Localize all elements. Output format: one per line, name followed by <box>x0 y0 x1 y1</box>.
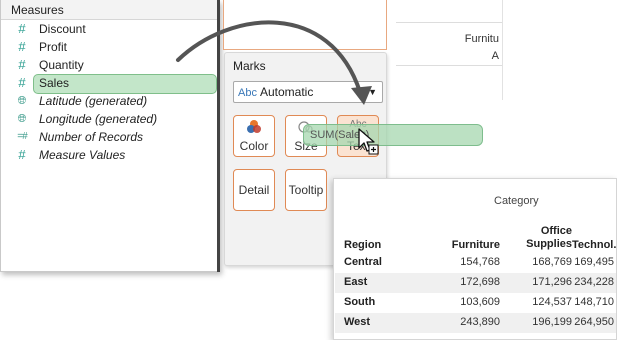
cell-furniture: 154,768 <box>460 256 500 268</box>
result-crosstab: Category Region Furniture Office Supplies… <box>333 178 617 340</box>
tooltip-button[interactable]: Tooltip <box>285 169 327 211</box>
measure-label: Longitude (generated) <box>39 112 158 126</box>
cell-office: 196,199 <box>532 316 572 328</box>
measure-item-measure-values[interactable]: # Measure Values <box>1 146 219 164</box>
cell-furniture: 103,609 <box>460 296 500 308</box>
measure-hash-icon: # <box>18 147 26 162</box>
filters-pane[interactable] <box>223 0 387 50</box>
color-label: Color <box>239 139 269 153</box>
globe-icon: 🌐︎ <box>17 95 27 107</box>
panel-divider[interactable] <box>217 0 220 272</box>
cell-region: South <box>344 296 376 308</box>
dragged-sales-pill[interactable]: SUM(Sales) <box>303 124 483 146</box>
tableau-workspace: Measures # Discount # Profit # Quantity … <box>0 0 617 340</box>
measure-label: Quantity <box>39 58 84 72</box>
office-header-line2: Supplies <box>526 238 572 250</box>
cell-furniture: 172,698 <box>460 276 500 288</box>
detail-button[interactable]: Detail <box>233 169 275 211</box>
measure-hash-icon: # <box>18 57 26 72</box>
cell-furniture: 243,890 <box>460 316 500 328</box>
cell-technology: 234,228 <box>574 276 614 288</box>
cell-office: 124,537 <box>532 296 572 308</box>
furniture-header: Furniture <box>451 239 500 251</box>
measure-hash-icon: # <box>18 39 26 54</box>
marks-title: Marks <box>233 59 266 73</box>
table-row: West 243,890 196,199 264,950 <box>335 313 616 333</box>
color-button[interactable]: Color <box>233 115 275 157</box>
measure-label: Profit <box>39 40 68 54</box>
measure-hash-icon: # <box>18 21 26 36</box>
office-supplies-header: Office Supplies <box>500 225 572 251</box>
column-header-sublabel: A <box>491 50 499 62</box>
measures-panel: Measures # Discount # Profit # Quantity … <box>0 0 220 272</box>
measures-header: Measures <box>1 0 219 20</box>
measure-calc-icon: =# <box>17 131 27 142</box>
measure-label: Number of Records <box>39 130 144 144</box>
cursor-icon <box>358 128 379 155</box>
cell-office: 171,296 <box>532 276 572 288</box>
cell-technology: 169,495 <box>574 256 614 268</box>
column-header-label: Furnitu <box>464 33 499 45</box>
pane-divider <box>502 0 503 100</box>
column-header: Furnitu A <box>396 22 502 66</box>
mark-type-dropdown[interactable]: Abc Automatic ▼ <box>233 81 383 103</box>
cell-region: East <box>344 276 368 288</box>
office-header-line1: Office <box>540 225 572 237</box>
table-row: East 172,698 171,296 234,228 <box>335 273 616 293</box>
measure-label: Measure Values <box>39 148 126 162</box>
category-header: Category <box>494 195 539 207</box>
chevron-down-icon: ▼ <box>368 87 377 97</box>
detail-label: Detail <box>238 183 270 197</box>
measure-label: Discount <box>39 22 86 36</box>
measure-item-profit[interactable]: # Profit <box>1 38 219 56</box>
measure-item-number-of-records[interactable]: =# Number of Records <box>1 128 219 146</box>
cell-region: Central <box>344 256 382 268</box>
measure-item-latitude[interactable]: 🌐︎ Latitude (generated) <box>1 92 219 110</box>
tooltip-label: Tooltip <box>288 183 324 197</box>
table-row: South 103,609 124,537 148,710 <box>335 293 616 313</box>
measure-item-quantity[interactable]: # Quantity <box>1 56 219 74</box>
cell-office: 168,769 <box>532 256 572 268</box>
measure-item-sales[interactable]: # Sales <box>1 74 219 94</box>
measure-item-longitude[interactable]: 🌐︎ Longitude (generated) <box>1 110 219 128</box>
abc-icon: Abc <box>238 87 257 99</box>
measure-hash-icon: # <box>18 75 26 90</box>
measure-label: Latitude (generated) <box>39 94 148 108</box>
measure-item-discount[interactable]: # Discount <box>1 20 219 38</box>
globe-icon: 🌐︎ <box>17 113 27 125</box>
table-row: Central 154,768 168,769 169,495 <box>335 253 616 273</box>
cell-technology: 148,710 <box>574 296 614 308</box>
technology-header: Technol.. <box>572 239 617 251</box>
cell-technology: 264,950 <box>574 316 614 328</box>
color-icon <box>234 119 274 138</box>
measure-label: Sales <box>39 76 70 90</box>
mark-type-value: Automatic <box>259 85 314 99</box>
region-header: Region <box>344 239 382 251</box>
cell-region: West <box>344 316 371 328</box>
